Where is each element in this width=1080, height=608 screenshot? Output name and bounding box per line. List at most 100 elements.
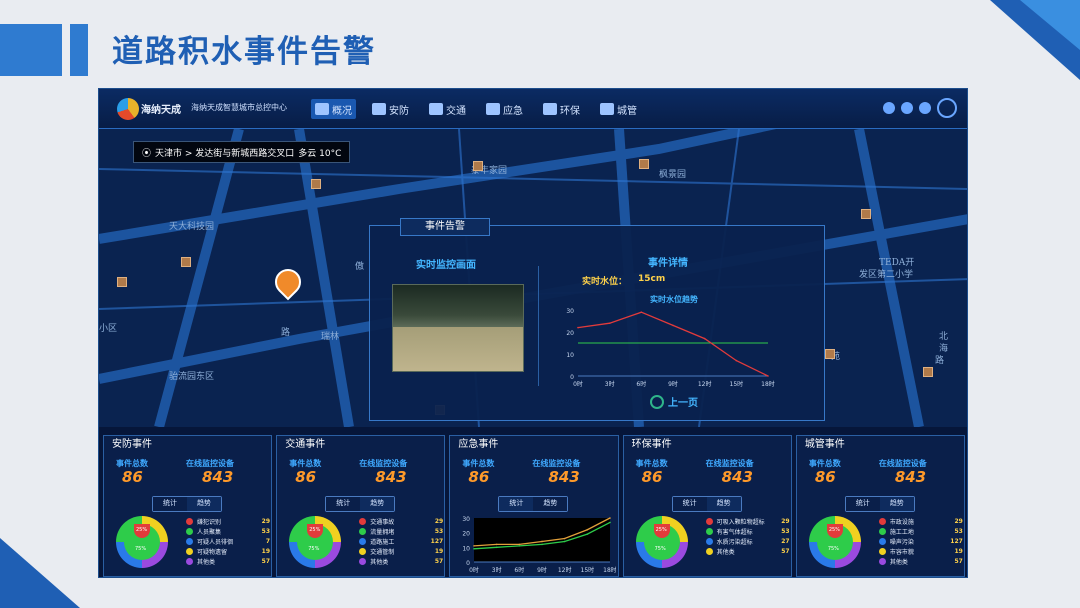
nav-tab-label: 概况 (332, 105, 352, 117)
category-item: 流量拥堵 53 (359, 526, 443, 536)
category-value: 19 (261, 547, 270, 555)
category-label: 交通管制 (370, 548, 395, 556)
category-color-dot (705, 527, 713, 535)
poi-marker[interactable] (825, 349, 835, 359)
category-donut-chart: 25% 75% (808, 516, 861, 568)
category-value: 57 (261, 557, 270, 565)
x-tick-label: 15时 (581, 566, 595, 574)
category-label: 噪声污染 (889, 538, 914, 546)
monitor-title: 实时监控画面 (416, 260, 476, 271)
location-bar: ⦿ 天津市 > 发达街与新城西路交叉口 多云 10°C (133, 141, 351, 163)
category-color-dot (878, 557, 886, 565)
event-panel: 环保事件 事件总数 在线监控设备 86 843 统计 趋势 25% 75% 可吸入颗粒物超标 29 有… (622, 435, 792, 577)
map-place-label: 瑞林 (321, 332, 340, 342)
poi-marker[interactable] (639, 159, 649, 169)
panel-title: 应急事件 (458, 439, 499, 450)
stats-tab[interactable]: 统计 (672, 497, 707, 511)
trend-tab[interactable]: 趋势 (706, 497, 741, 511)
city-map[interactable]: 天大科技园 泰丰家园 枫景园 TEDA开 发区第二小学 小区 瑞林 骀流园东区 … (99, 129, 967, 427)
y-tick-label: 20 (463, 531, 471, 538)
x-tick-label: 0时 (573, 380, 583, 388)
category-list: 市政设施 29 施工工地 53 噪声污染 127 市容市貌 19 其他类 57 (878, 516, 963, 566)
x-tick-label: 15时 (730, 380, 744, 388)
category-color-dot (359, 527, 367, 535)
donut-label: 25% (136, 527, 148, 533)
x-tick-label: 3时 (492, 566, 502, 574)
slide-corner-decoration-bottom (0, 538, 80, 608)
x-tick-label: 9时 (537, 566, 547, 574)
water-level-value: 15cm (638, 274, 666, 284)
stats-tab[interactable]: 统计 (326, 497, 361, 511)
category-label: 有害气体超标 (716, 528, 753, 536)
poi-marker[interactable] (923, 367, 933, 377)
poi-marker[interactable] (311, 179, 321, 189)
total-value: 86 (468, 468, 490, 486)
view-toggle: 统计 趋势 (498, 496, 569, 512)
x-tick-label: 12时 (698, 380, 712, 388)
location-address: 天津市 > 发达街与新城西路交叉口 (155, 148, 295, 159)
category-value: 53 (954, 527, 963, 535)
profile-icon[interactable] (937, 98, 957, 118)
nav-tab[interactable]: 交通 (425, 99, 470, 119)
flooded-road-image (393, 327, 523, 371)
nav-tab-label: 环保 (560, 105, 580, 117)
category-label: 市政设施 (889, 518, 914, 526)
overview-icon (315, 103, 329, 115)
category-value: 53 (434, 527, 444, 535)
poi-marker[interactable] (861, 209, 871, 219)
map-place-label: 傲 (355, 262, 365, 272)
series-point (541, 540, 544, 543)
live-camera-feed[interactable] (392, 284, 524, 372)
x-tick-label: 18时 (604, 566, 617, 574)
nav-tab[interactable]: 城管 (596, 99, 641, 119)
stats-tab[interactable]: 统计 (845, 497, 880, 511)
x-tick-label: 9时 (668, 380, 678, 388)
power-icon[interactable] (919, 102, 931, 114)
nav-tab[interactable]: 应急 (482, 99, 527, 119)
series-point (703, 337, 706, 340)
panel-title: 城管事件 (804, 439, 845, 450)
x-tick-label: 6时 (636, 380, 646, 388)
water-level-label: 实时水位： (582, 277, 628, 287)
series-point (564, 537, 566, 540)
plot-area (474, 518, 611, 562)
series-point (735, 359, 738, 362)
stats-tab[interactable]: 统计 (153, 497, 187, 511)
nav-tab[interactable]: 环保 (539, 99, 584, 119)
panel-title: 环保事件 (631, 439, 672, 450)
category-list: 交通事故 29 流量拥堵 53 道路施工 127 交通管制 19 其他类 57 (359, 516, 443, 566)
poi-marker[interactable] (181, 257, 191, 267)
nav-tab[interactable]: 安防 (368, 99, 413, 119)
event-panel: 应急事件 事件总数 在线监控设备 86 843 统计 趋势 0 10 20 30 0时 3时 6时 9时 12… (449, 435, 619, 577)
x-tick-label: 0时 (469, 566, 479, 574)
category-item: 水质污染超标 27 (705, 536, 790, 546)
category-value: 53 (781, 527, 790, 535)
category-label: 人员聚集 (197, 528, 222, 536)
nav-tab[interactable]: 概况 (311, 99, 356, 119)
series-point (541, 543, 544, 546)
poi-marker[interactable] (117, 277, 127, 287)
total-value: 86 (641, 468, 663, 486)
donut-center: 25% 75% (297, 524, 334, 560)
category-label: 流量拥堵 (370, 528, 395, 536)
map-place-label: 路 (281, 328, 291, 338)
category-label: 施工工地 (889, 528, 914, 536)
category-value: 57 (954, 557, 963, 565)
poi-marker[interactable] (473, 161, 483, 171)
category-list: 可吸入颗粒物超标 29 有害气体超标 53 水质污染超标 27 其他类 57 (705, 516, 790, 556)
donut-label: 75% (827, 546, 839, 552)
nav-tab-label: 交通 (446, 105, 466, 117)
info-icon[interactable] (883, 102, 895, 114)
trend-tab[interactable]: 趋势 (360, 497, 395, 511)
stats-tab[interactable]: 统计 (499, 497, 534, 511)
trend-tab[interactable]: 趋势 (879, 497, 914, 511)
user-icon[interactable] (901, 102, 913, 114)
category-label: 其他类 (889, 558, 908, 566)
total-value: 86 (295, 468, 317, 486)
trend-tab[interactable]: 趋势 (533, 497, 568, 511)
trend-tab[interactable]: 趋势 (187, 497, 221, 511)
category-label: 可疑物遗留 (197, 548, 228, 556)
online-devices-value: 843 (202, 468, 234, 486)
previous-page-button[interactable]: 上一页 (650, 394, 698, 409)
category-color-dot (705, 517, 713, 525)
